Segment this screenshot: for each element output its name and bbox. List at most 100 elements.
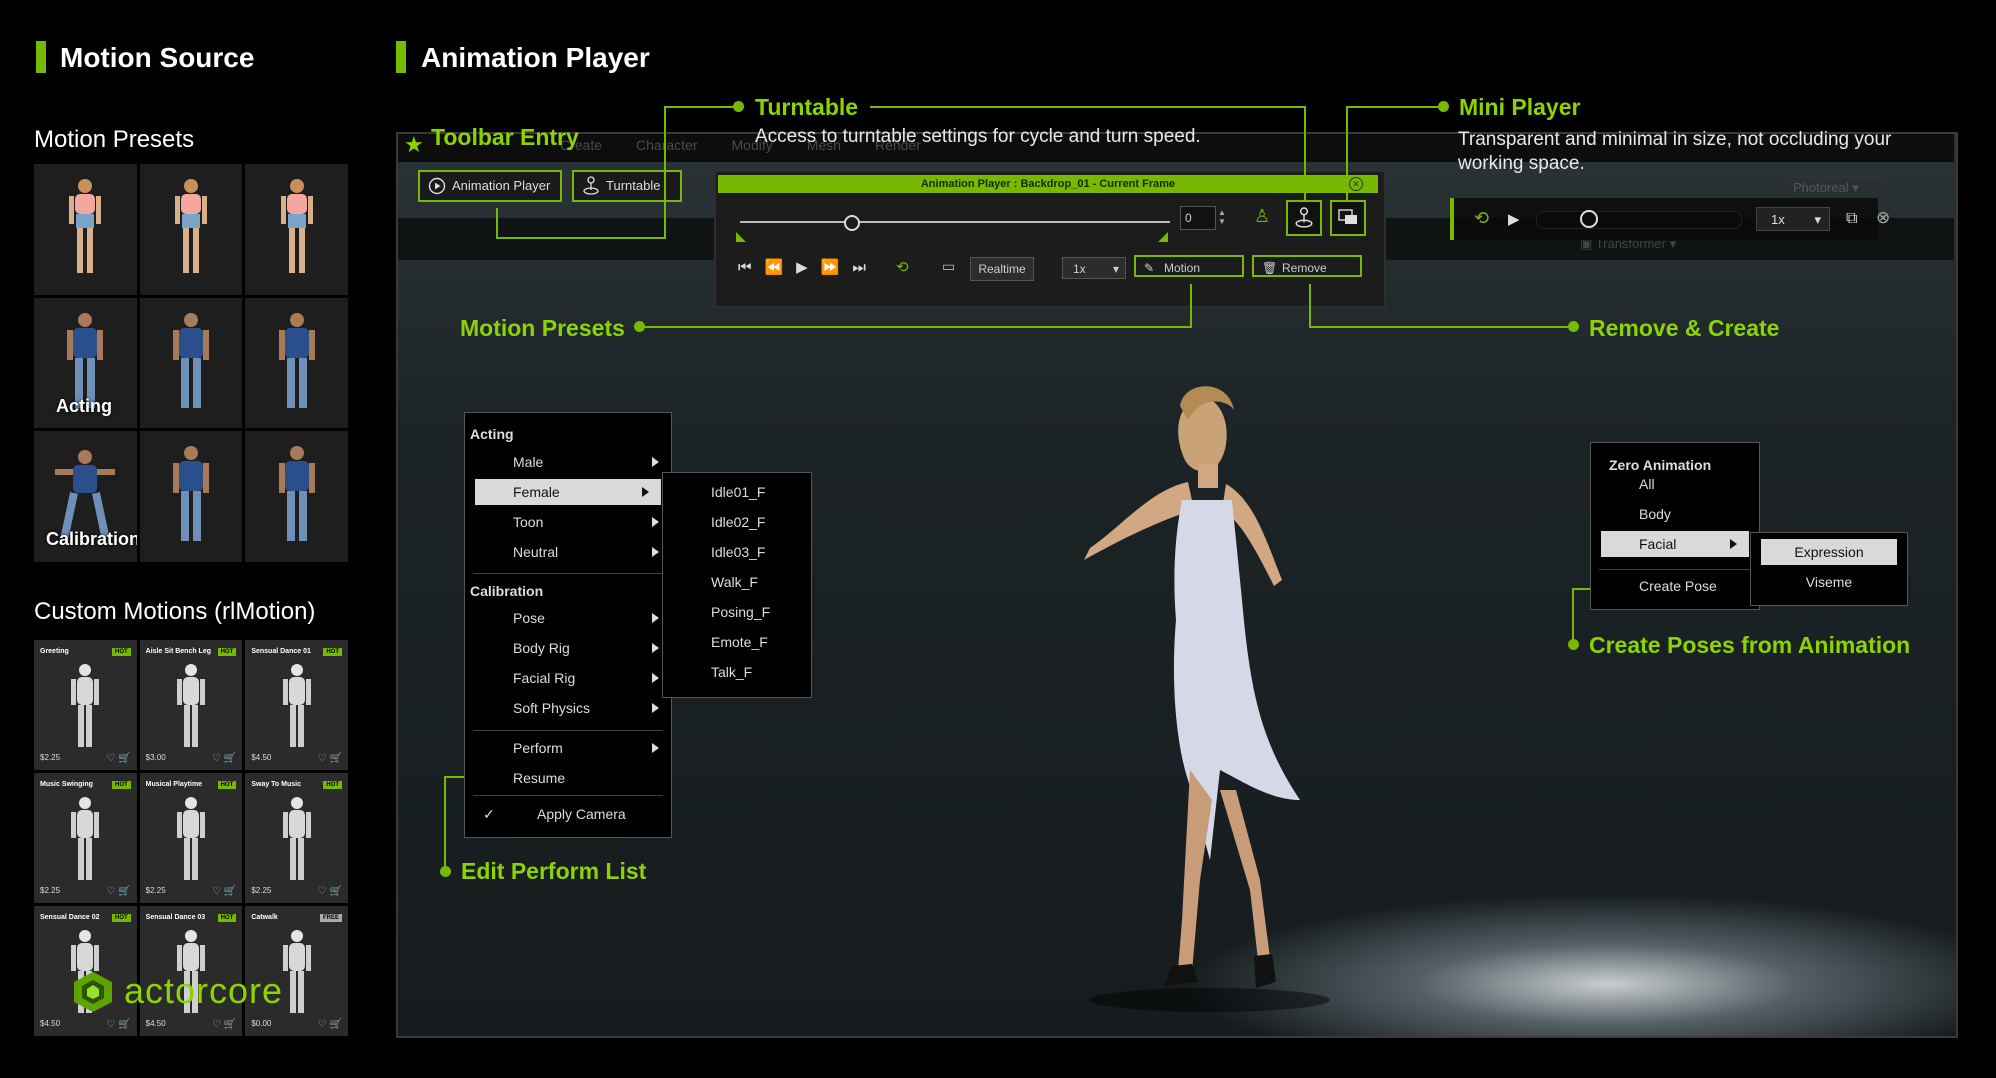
menu-item-idle03-f[interactable]: Idle03_F [663, 539, 811, 565]
play-icon[interactable]: ▶ [1508, 210, 1520, 228]
speed-select[interactable]: 1x ▾ [1062, 257, 1126, 279]
callout-dot [440, 866, 451, 877]
menu-item-soft-physics[interactable]: Soft Physics [465, 695, 671, 721]
range-start-marker[interactable] [736, 232, 746, 242]
menu-item-toon[interactable]: Toon [465, 509, 671, 535]
preset-thumbnail[interactable] [245, 297, 348, 429]
menu-item-label: Idle02_F [711, 514, 766, 530]
heart-cart-icons[interactable]: ♡ 🛒 [318, 753, 342, 764]
app-menu-item[interactable]: Character [636, 137, 697, 153]
preset-thumbnail[interactable] [245, 431, 348, 562]
motion-dropdown-button[interactable]: ✎ Motion [1134, 255, 1244, 277]
motion-card[interactable]: Greeting HOT $2.25 ♡ 🛒 [34, 640, 137, 770]
preset-thumbnail[interactable] [245, 164, 348, 295]
preset-thumbnail[interactable] [139, 297, 243, 429]
menu-separator [473, 795, 663, 796]
menu-item-neutral[interactable]: Neutral [465, 539, 671, 565]
menu-item-all[interactable]: All [1591, 471, 1759, 497]
motion-card[interactable]: Musical Playtime HOT $2.25 ♡ 🛒 [139, 773, 243, 903]
render-mode-select[interactable]: Photoreal ▾ [1786, 176, 1886, 200]
heart-cart-icons[interactable]: ♡ 🛒 [106, 1019, 130, 1030]
menu-item-idle02-f[interactable]: Idle02_F [663, 509, 811, 535]
preset-thumbnail-acting[interactable]: Acting [34, 297, 137, 429]
restore-player-icon[interactable]: ⧉ [1846, 210, 1857, 228]
turntable-icon [1295, 207, 1313, 228]
female-submenu: Idle01_F Idle02_F Idle03_F Walk_F Posing_F Em… [662, 472, 812, 698]
motion-card-badge: HOT [217, 781, 237, 789]
motion-card-title: Aisle Sit Bench Leg [145, 648, 212, 655]
menu-item-label: Body Rig [513, 640, 570, 656]
loop-icon[interactable]: ⟲ [1474, 208, 1489, 229]
close-circle-icon[interactable]: ⊗ [1876, 208, 1890, 228]
motion-card[interactable]: Sensual Dance 01 HOT $4.50 ♡ 🛒 [245, 640, 348, 770]
menu-item-posing-f[interactable]: Posing_F [663, 599, 811, 625]
motion-card-price: $2.25 [251, 886, 272, 895]
mini-slider-track[interactable] [1536, 211, 1742, 229]
menu-item-label: Female [513, 484, 560, 500]
caption-icon[interactable]: ▭ [942, 258, 955, 275]
menu-item-body[interactable]: Body [1591, 501, 1759, 527]
turntable-player-button[interactable] [1286, 200, 1322, 236]
menu-item-talk-f[interactable]: Talk_F [663, 659, 811, 685]
heart-cart-icons[interactable]: ♡ 🛒 [212, 886, 236, 897]
menu-item-perform[interactable]: Perform [465, 735, 671, 761]
pose-menu: Zero Animation All Body Facial Create Pose [1590, 442, 1760, 610]
motion-card[interactable]: Music Swinging HOT $2.25 ♡ 🛒 [34, 773, 137, 903]
frame-input[interactable]: 0 [1180, 206, 1216, 230]
menu-item-expression[interactable]: Expression [1761, 539, 1897, 565]
heart-cart-icons[interactable]: ♡ 🛒 [106, 886, 130, 897]
preset-thumbnail[interactable] [139, 164, 243, 295]
character-icon[interactable]: ♙ [1254, 206, 1270, 227]
chevron-right-icon [652, 613, 659, 623]
menu-item-pose[interactable]: Pose [465, 605, 671, 631]
motion-card[interactable]: Aisle Sit Bench Leg HOT $3.00 ♡ 🛒 [139, 640, 243, 770]
menu-header-acting: Acting [470, 426, 514, 442]
heart-cart-icons[interactable]: ♡ 🛒 [318, 1019, 342, 1030]
mini-player-toggle-button[interactable] [1330, 200, 1366, 236]
chevron-right-icon [1730, 539, 1737, 549]
mini-slider-handle[interactable] [1580, 210, 1598, 228]
timeline-slider-handle[interactable] [844, 215, 860, 231]
star-icon: ★ [404, 132, 424, 157]
heart-cart-icons[interactable]: ♡ 🛒 [212, 1019, 236, 1030]
timeline-slider-track[interactable] [740, 221, 1170, 223]
heart-cart-icons[interactable]: ♡ 🛒 [106, 753, 130, 764]
remove-dropdown-button[interactable]: 🗑 Remove [1252, 255, 1362, 277]
heart-cart-icons[interactable]: ♡ 🛒 [318, 886, 342, 897]
player-close-icon[interactable]: ✕ [1349, 177, 1363, 191]
menu-item-viseme[interactable]: Viseme [1751, 569, 1907, 595]
frame-stepper-icon[interactable]: ▲ ▼ [1218, 208, 1226, 226]
mini-speed-select[interactable]: 1x ▾ [1756, 207, 1830, 231]
transport-controls[interactable]: ⏮⏪▶⏩⏭ [738, 258, 879, 276]
preset-thumbnail[interactable] [34, 164, 137, 295]
menu-item-male[interactable]: Male [465, 449, 671, 475]
loop-icon[interactable]: ⟲ [896, 258, 909, 276]
callout-line [1304, 106, 1306, 202]
chevron-down-icon: ▾ [1112, 262, 1119, 276]
remove-label: Remove [1282, 261, 1327, 275]
motion-card-title: Catwalk [251, 914, 278, 921]
menu-item-walk-f[interactable]: Walk_F [663, 569, 811, 595]
menu-item-create-pose[interactable]: Create Pose [1591, 573, 1759, 599]
menu-item-female[interactable]: Female [475, 479, 661, 505]
menu-item-facial-rig[interactable]: Facial Rig [465, 665, 671, 691]
realtime-button[interactable]: Realtime [970, 257, 1034, 281]
menu-item-emote-f[interactable]: Emote_F [663, 629, 811, 655]
motion-card[interactable]: Sway To Music HOT $2.25 ♡ 🛒 [245, 773, 348, 903]
menu-item-label: Soft Physics [513, 700, 591, 716]
range-end-marker[interactable] [1158, 232, 1168, 242]
animation-player-toolbar-button[interactable]: Animation Player [418, 170, 562, 202]
custom-motions-title: Custom Motions (rlMotion) [34, 598, 316, 625]
menu-item-body-rig[interactable]: Body Rig [465, 635, 671, 661]
menu-item-facial[interactable]: Facial [1601, 531, 1749, 557]
preset-thumbnail-calibration[interactable]: Calibration [34, 431, 137, 562]
menu-item-resume[interactable]: Resume [465, 765, 671, 791]
menu-item-label: Toon [513, 514, 544, 530]
callout-line [640, 326, 1192, 328]
motion-card-badge: HOT [111, 914, 131, 922]
motion-presets-title: Motion Presets [34, 126, 195, 153]
preset-thumbnail[interactable] [139, 431, 243, 562]
menu-item-idle01-f[interactable]: Idle01_F [663, 479, 811, 505]
menu-item-apply-camera[interactable]: ✓ Apply Camera [465, 801, 671, 827]
heart-cart-icons[interactable]: ♡ 🛒 [212, 753, 236, 764]
